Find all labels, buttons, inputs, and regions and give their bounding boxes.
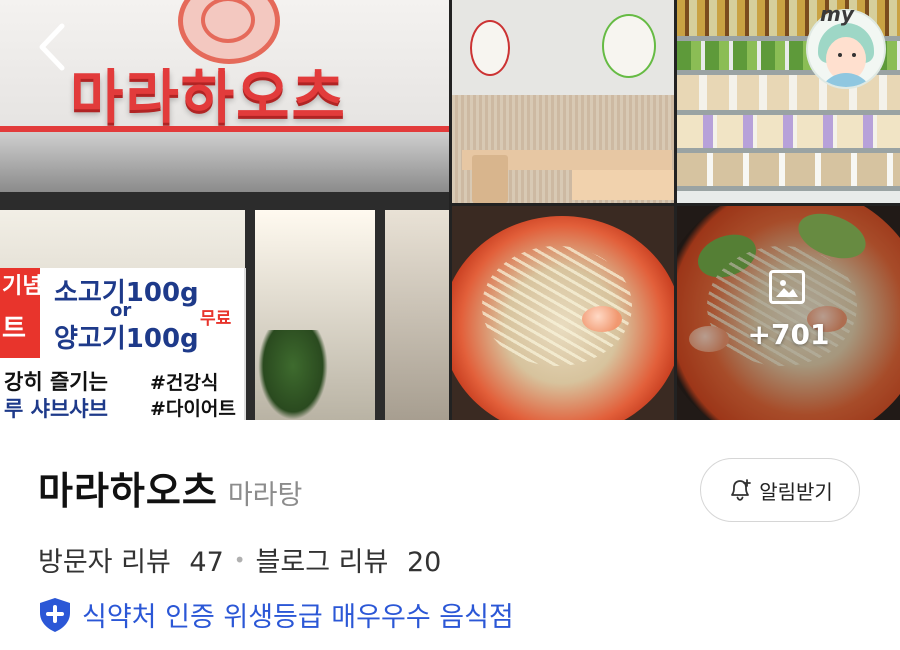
- alarm-label: 알림받기: [759, 479, 833, 504]
- promo-banner: 기념 트 소고기100g or 양고기100g 무료 강히 즐기는 루 샤브샤브…: [0, 268, 246, 420]
- visitor-reviews-count: 47: [189, 547, 224, 578]
- place-info: 마라하오츠 마라탕 알림받기 방문자 리뷰 47 • 블로그 리뷰 20 식약처…: [0, 420, 900, 650]
- visitor-reviews-link[interactable]: 방문자 리뷰 47: [38, 540, 224, 579]
- photo-dish-1[interactable]: [452, 206, 674, 420]
- reviews-row: 방문자 리뷰 47 • 블로그 리뷰 20: [38, 540, 441, 579]
- shield-plus-icon: [40, 597, 70, 632]
- separator-dot: •: [233, 547, 246, 572]
- more-photos-count[interactable]: +701: [677, 318, 900, 351]
- photo-interior[interactable]: [452, 0, 674, 203]
- certification-text: 식약처 인증 위생등급 매우우수 음식점: [82, 602, 514, 633]
- storefront-sign: 마라하오츠: [70, 63, 347, 131]
- place-category: 마라탕: [227, 480, 303, 511]
- image-icon: [769, 270, 805, 304]
- bell-plus-icon: [731, 479, 752, 501]
- title-row: 마라하오츠 마라탕: [38, 460, 302, 515]
- certification-row[interactable]: 식약처 인증 위생등급 매우우수 음식점: [38, 595, 514, 634]
- back-button[interactable]: [30, 20, 74, 74]
- blog-reviews-label: 블로그 리뷰: [255, 547, 389, 578]
- visitor-reviews-label: 방문자 리뷰: [38, 547, 171, 578]
- alarm-button[interactable]: 알림받기: [700, 458, 860, 522]
- plant: [258, 330, 328, 420]
- avatar-label: my: [820, 2, 854, 26]
- chevron-left-icon: [39, 23, 65, 71]
- place-name: 마라하오츠: [38, 469, 218, 513]
- blog-reviews-link[interactable]: 블로그 리뷰 20: [256, 540, 442, 579]
- photo-gallery[interactable]: 마라하오츠 기념 트 소고기100g or 양고기100g 무료 강히 즐기는 …: [0, 0, 900, 420]
- more-photos-overlay[interactable]: [677, 206, 900, 420]
- blog-reviews-count: 20: [406, 547, 442, 578]
